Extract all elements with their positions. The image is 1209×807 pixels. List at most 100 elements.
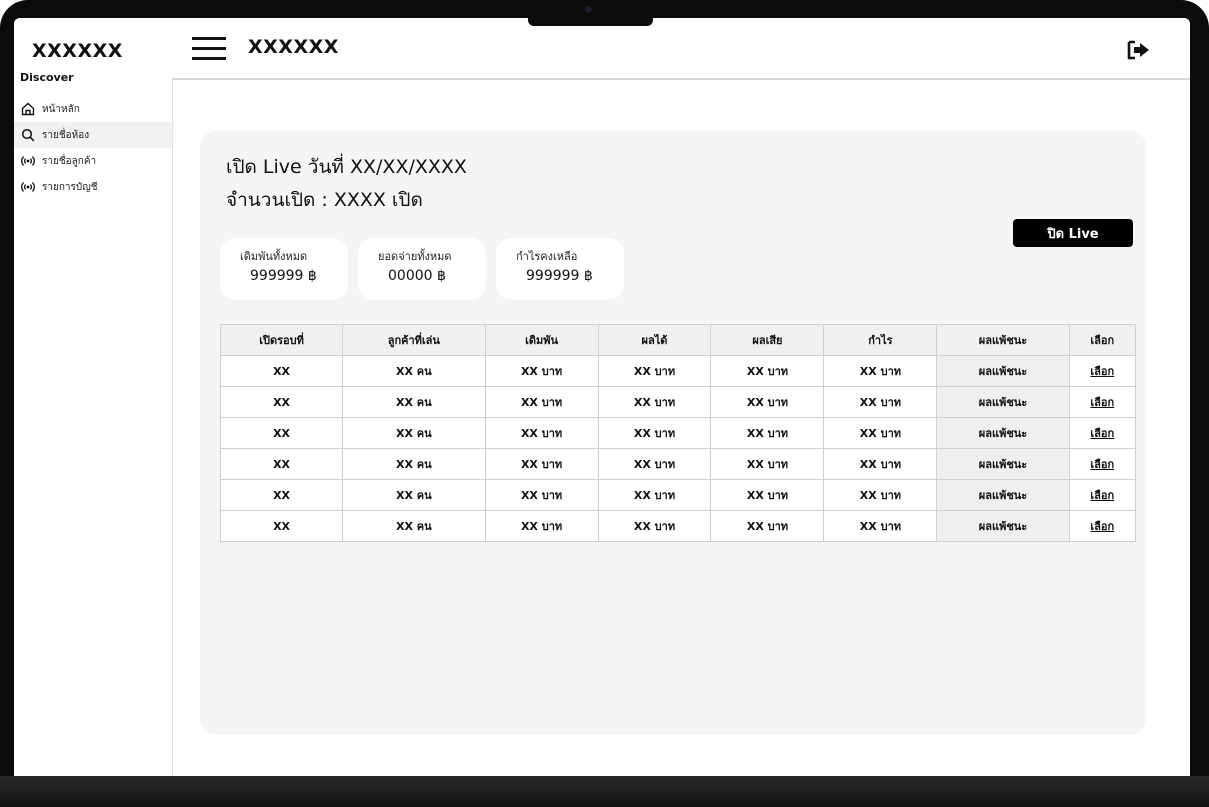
sidebar-item-label: หน้าหลัก xyxy=(42,103,80,115)
select-link[interactable]: เลือก xyxy=(1068,448,1137,480)
stat-label: ยอดจ่ายทั้งหมด xyxy=(378,250,452,263)
sidebar-item-label: รายชื่อห้อง xyxy=(42,129,90,141)
table-cell: XX บาท xyxy=(484,417,599,449)
sidebar-item-rooms[interactable]: รายชื่อห้อง xyxy=(14,122,172,148)
sidebar-nav: หน้าหลัก รายชื่อห้อง รายชื่อลูกค้า รายกา… xyxy=(14,96,172,200)
table-cell: XX บาท xyxy=(597,479,712,511)
table-cell: XX บาท xyxy=(710,386,825,418)
sidebar-item-home[interactable]: หน้าหลัก xyxy=(14,96,172,122)
sidebar: XXXXXX Discover หน้าหลัก รายชื่อห้อง ราย… xyxy=(14,18,173,776)
select-link[interactable]: เลือก xyxy=(1068,479,1137,511)
column-header: ลูกค้าที่เล่น xyxy=(342,324,486,356)
stat-total-payout: ยอดจ่ายทั้งหมด 00000 ฿ xyxy=(358,238,486,300)
table-row: XX XX คน XX บาท XX บาท XX บาท XX บาท ผลแพ้ชนะเ… xyxy=(219,417,1137,449)
top-bar: XXXXXX xyxy=(172,18,1190,80)
live-summary-card: เปิด Live วันที่ XX/XX/XXXX จำนวนเปิด : … xyxy=(200,131,1146,735)
table-cell: XX xyxy=(219,510,344,542)
select-link[interactable]: เลือก xyxy=(1068,355,1137,387)
open-count-heading: จำนวนเปิด : XXXX เปิด xyxy=(226,189,423,211)
table-cell: XX บาท xyxy=(823,510,938,542)
table-cell: XX บาท xyxy=(710,448,825,480)
table-cell: XX คน xyxy=(342,479,486,511)
table-cell: XX บาท xyxy=(597,417,712,449)
live-date-heading: เปิด Live วันที่ XX/XX/XXXX xyxy=(226,156,467,178)
result-cell: ผลแพ้ชนะ xyxy=(936,417,1070,449)
table-cell: XX บาท xyxy=(597,448,712,480)
stat-label: กำไรคงเหลือ xyxy=(516,250,578,263)
table-cell: XX บาท xyxy=(710,510,825,542)
table-cell: XX บาท xyxy=(597,386,712,418)
close-live-button[interactable]: ปิด Live xyxy=(1013,219,1133,247)
table-cell: XX บาท xyxy=(484,448,599,480)
result-cell: ผลแพ้ชนะ xyxy=(936,386,1070,418)
table-cell: XX xyxy=(219,355,344,387)
table-cell: XX บาท xyxy=(484,510,599,542)
column-header: เปิดรอบที่ xyxy=(219,324,344,356)
result-cell: ผลแพ้ชนะ xyxy=(936,355,1070,387)
column-header: เลือก xyxy=(1068,324,1137,356)
table-cell: XX บาท xyxy=(710,479,825,511)
stat-value: 00000 ฿ xyxy=(388,268,446,284)
table-cell: XX บาท xyxy=(823,479,938,511)
brand-logo[interactable]: XXXXXX xyxy=(32,40,123,62)
select-link[interactable]: เลือก xyxy=(1068,510,1137,542)
broadcast-icon xyxy=(20,179,36,195)
table-row: XX XX คน XX บาท XX บาท XX บาท XX บาท ผลแพ้ชนะเ… xyxy=(219,355,1137,387)
table-cell: XX บาท xyxy=(823,386,938,418)
sidebar-item-customers[interactable]: รายชื่อลูกค้า xyxy=(14,148,172,174)
stat-value: 999999 ฿ xyxy=(250,268,317,284)
table-cell: XX คน xyxy=(342,417,486,449)
table-row: XX XX คน XX บาท XX บาท XX บาท XX บาท ผลแพ้ชนะเ… xyxy=(219,479,1137,511)
camera-icon xyxy=(585,6,592,13)
table-row: XX XX คน XX บาท XX บาท XX บาท XX บาท ผลแพ้ชนะเ… xyxy=(219,448,1137,480)
sidebar-item-accounts[interactable]: รายการบัญชี xyxy=(14,174,172,200)
table-cell: XX บาท xyxy=(823,417,938,449)
page-title: XXXXXX xyxy=(248,36,339,58)
table-cell: XX xyxy=(219,448,344,480)
table-body: XX XX คน XX บาท XX บาท XX บาท XX บาท ผลแพ้ชนะเ… xyxy=(219,355,1137,542)
laptop-frame: XXXXXX Discover หน้าหลัก รายชื่อห้อง ราย… xyxy=(0,0,1209,807)
stat-remaining-profit: กำไรคงเหลือ 999999 ฿ xyxy=(496,238,624,300)
table-cell: XX บาท xyxy=(484,479,599,511)
sidebar-item-label: รายการบัญชี xyxy=(42,181,98,193)
table-cell: XX คน xyxy=(342,448,486,480)
table-header-row: เปิดรอบที่ ลูกค้าที่เล่น เดิมพัน ผลได้ ผ… xyxy=(219,324,1137,356)
result-cell: ผลแพ้ชนะ xyxy=(936,510,1070,542)
sidebar-item-label: รายชื่อลูกค้า xyxy=(42,155,97,167)
sidebar-section-title: Discover xyxy=(20,71,74,84)
column-header: เดิมพัน xyxy=(484,324,599,356)
home-icon xyxy=(20,101,36,117)
stat-total-bet: เดิมพันทั้งหมด 999999 ฿ xyxy=(220,238,348,300)
table-cell: XX คน xyxy=(342,510,486,542)
table-cell: XX บาท xyxy=(710,417,825,449)
camera-notch xyxy=(528,0,653,26)
broadcast-icon xyxy=(20,153,36,169)
rounds-table: เปิดรอบที่ ลูกค้าที่เล่น เดิมพัน ผลได้ ผ… xyxy=(219,324,1137,542)
logout-icon[interactable] xyxy=(1127,40,1151,60)
table-cell: XX บาท xyxy=(710,355,825,387)
table-cell: XX xyxy=(219,386,344,418)
table-cell: XX คน xyxy=(342,355,486,387)
table-cell: XX บาท xyxy=(597,510,712,542)
table-cell: XX บาท xyxy=(823,448,938,480)
result-cell: ผลแพ้ชนะ xyxy=(936,448,1070,480)
column-header: ผลแพ้ชนะ xyxy=(936,324,1070,356)
stat-value: 999999 ฿ xyxy=(526,268,593,284)
select-link[interactable]: เลือก xyxy=(1068,386,1137,418)
table-cell: XX xyxy=(219,479,344,511)
screen: XXXXXX Discover หน้าหลัก รายชื่อห้อง ราย… xyxy=(14,18,1190,776)
stat-label: เดิมพันทั้งหมด xyxy=(240,250,308,263)
column-header: ผลเสีย xyxy=(710,324,825,356)
column-header: กำไร xyxy=(823,324,938,356)
table-cell: XX บาท xyxy=(484,386,599,418)
result-cell: ผลแพ้ชนะ xyxy=(936,479,1070,511)
table-cell: XX บาท xyxy=(597,355,712,387)
hamburger-icon[interactable] xyxy=(192,37,226,61)
table-row: XX XX คน XX บาท XX บาท XX บาท XX บาท ผลแพ้ชนะเ… xyxy=(219,510,1137,542)
search-icon xyxy=(20,127,36,143)
table-cell: XX xyxy=(219,417,344,449)
table-cell: XX บาท xyxy=(484,355,599,387)
select-link[interactable]: เลือก xyxy=(1068,417,1137,449)
table-row: XX XX คน XX บาท XX บาท XX บาท XX บาท ผลแพ้ชนะเ… xyxy=(219,386,1137,418)
table-cell: XX คน xyxy=(342,386,486,418)
